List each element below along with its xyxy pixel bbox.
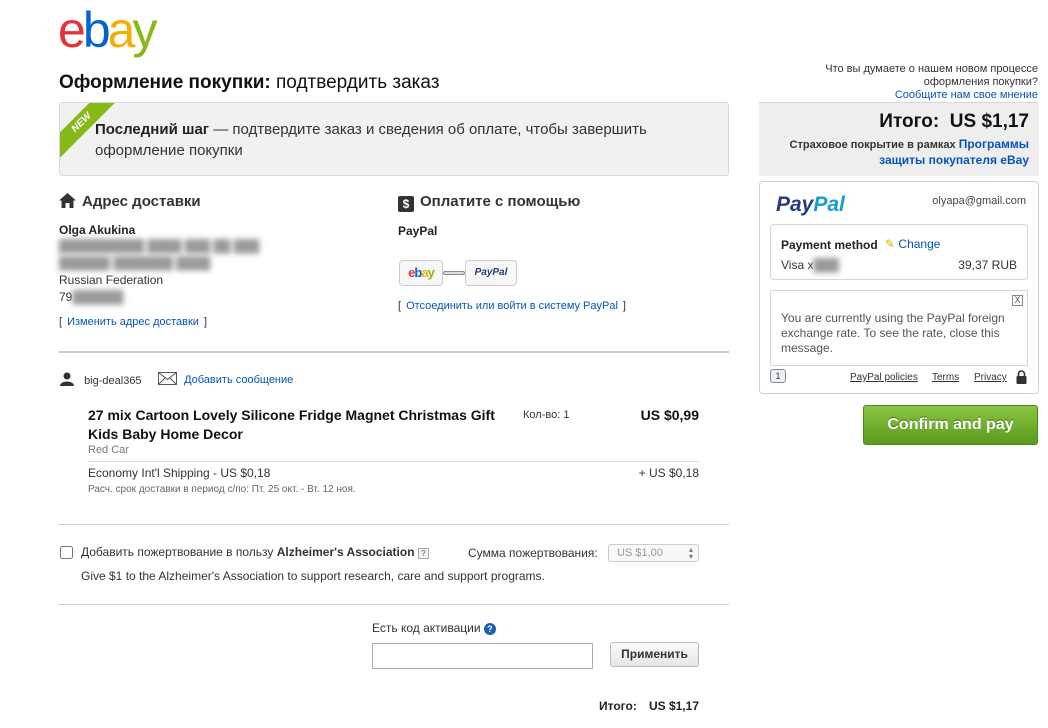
logo-letter-y: y [132, 2, 157, 58]
payment-method-label: Payment method [781, 238, 878, 252]
shipping-phone: 79██████ [59, 290, 124, 304]
payment-method-name: PayPal [398, 224, 438, 238]
feedback-text: Что вы думаете о нашем новом процессе оф… [825, 63, 1038, 88]
divider [59, 604, 729, 605]
seller-name[interactable]: big-deal365 [84, 375, 142, 387]
fx-message: You are currently using the PayPal forei… [781, 311, 1005, 355]
help-icon[interactable]: ? [483, 623, 496, 635]
confirm-and-pay-button[interactable]: Confirm and pay [863, 405, 1038, 445]
payment-heading: $ Оплатите с помощью [398, 193, 580, 212]
buyer-protection: Страховое покрытие в рамках Программы за… [789, 137, 1029, 167]
lock-icon [1016, 370, 1027, 384]
coupon-input[interactable] [372, 643, 593, 669]
shipping-price: + US $0,18 [638, 466, 699, 480]
paypal-logo: PayPal [776, 193, 845, 216]
payment-amount: 39,37 RUB [958, 258, 1017, 272]
shipping-name: Olga Akukina [59, 223, 136, 237]
ebay-logo[interactable]: ebay [58, 2, 157, 58]
feedback-link[interactable]: Сообщите нам свое мнение [895, 89, 1038, 101]
donation-amount-label: Сумма пожертвования: [468, 546, 598, 560]
feedback-bubble-icon[interactable]: 1 [770, 369, 786, 383]
coupon-label: Есть код активации ? [372, 621, 496, 635]
logo-letter-a: a [107, 2, 136, 58]
change-payment-link[interactable]: ✎ Change [885, 237, 940, 251]
divider [59, 351, 729, 353]
donation-checkbox[interactable] [60, 546, 73, 559]
page-title: Оформление покупки: подтвердить заказ [59, 72, 440, 93]
add-message-link[interactable]: Добавить сообщение [184, 374, 293, 386]
order-total: Итого: US $1,17 [879, 111, 1029, 132]
ebay-badge: ebay [399, 260, 443, 286]
logo-letter-b: b [82, 2, 111, 58]
paypal-unlink-wrapper: [Отсоединить или войти в систему PayPal] [398, 300, 626, 312]
paypal-email: olyapa@gmail.com [932, 195, 1026, 207]
bottom-total-label: Итого: [599, 699, 637, 713]
select-arrows-icon: ▴ ▾ [688, 545, 693, 561]
paypal-footer: 1 PayPal policies Terms Privacy [770, 369, 1030, 387]
ebay-paypal-link-badge: ebay PayPal [399, 258, 519, 288]
item-variant: Red Car [88, 444, 129, 456]
order-total-box: Итого: US $1,17 Страховое покрытие в рам… [759, 102, 1039, 176]
banner-text: Последний шаг — подтвердите заказ и свед… [95, 121, 647, 159]
shipping-line1: ██████████ ████ ███ ██ ███ [59, 239, 260, 253]
shipping-line2: ██████ ███████ ████ [59, 256, 211, 270]
help-icon[interactable]: ? [417, 548, 429, 559]
item-divider [88, 461, 699, 462]
shipping-option[interactable]: Economy Int'l Shipping - US $0,18 [88, 466, 270, 480]
dollar-icon: $ [398, 196, 414, 212]
user-icon [60, 372, 74, 386]
shipping-heading: Адрес доставки [59, 193, 201, 210]
close-icon[interactable]: X [1012, 295, 1023, 306]
terms-link[interactable]: Terms [932, 372, 959, 383]
seller-row: big-deal365 [59, 372, 142, 387]
visa-card: Visa x███ [781, 258, 839, 272]
pencil-icon: ✎ [885, 237, 896, 251]
feedback-block: Что вы думаете о нашем новом процессе оф… [798, 63, 1038, 102]
paypal-panel: PayPal olyapa@gmail.com Payment method ✎… [759, 181, 1039, 394]
fx-message-box: X You are currently using the PayPal for… [770, 290, 1028, 366]
change-address-wrapper: [Изменить адрес доставки] [59, 316, 207, 328]
home-icon [59, 193, 76, 208]
item-title[interactable]: 27 mix Cartoon Lovely Silicone Fridge Ma… [88, 406, 508, 444]
item-price: US $0,99 [640, 407, 699, 423]
logo-letter-e: e [58, 2, 86, 58]
paypal-policies-link[interactable]: PayPal policies [850, 372, 918, 383]
add-message-row[interactable]: Добавить сообщение [158, 372, 293, 386]
last-step-banner: NEW Последний шаг — подтвердите заказ и … [59, 102, 729, 176]
bottom-total-value: US $1,17 [648, 699, 699, 713]
divider [59, 524, 729, 525]
payment-method-box: Payment method ✎ Change Visa x███ 39,37 … [770, 224, 1028, 280]
paypal-badge: PayPal [465, 260, 517, 286]
donation-label: Добавить пожертвование в пользу Alzheime… [81, 545, 429, 559]
delivery-estimate: Расч. срок доставки в период с/по: Пт. 2… [88, 484, 356, 495]
apply-coupon-button[interactable]: Применить [610, 642, 699, 667]
donation-amount-select[interactable]: US $1,00 ▴ ▾ [608, 544, 699, 562]
item-quantity: Кол-во: 1 [523, 409, 570, 421]
mail-icon [158, 372, 177, 385]
link-chain-icon [443, 271, 465, 275]
donation-description: Give $1 to the Alzheimer's Association t… [81, 569, 545, 583]
paypal-unlink-link[interactable]: Отсоединить или войти в систему PayPal [406, 300, 618, 312]
privacy-link[interactable]: Privacy [974, 372, 1007, 383]
shipping-country: Russian Federation [59, 273, 164, 287]
change-address-link[interactable]: Изменить адрес доставки [67, 316, 199, 328]
